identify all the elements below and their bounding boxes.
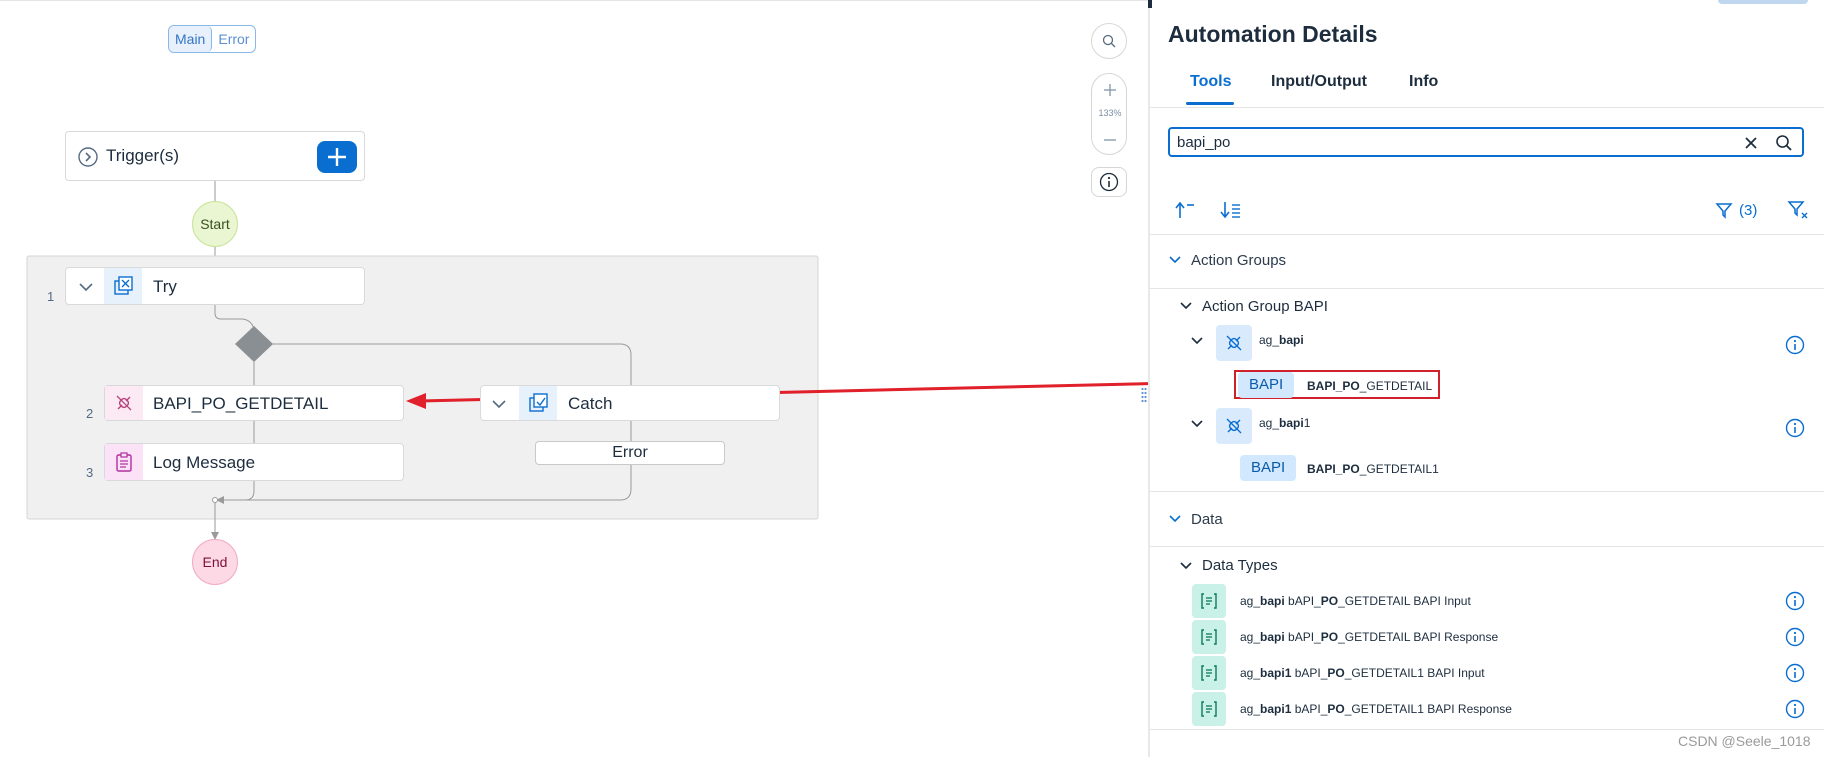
structure-icon bbox=[1192, 656, 1226, 690]
search-icon[interactable] bbox=[1775, 134, 1793, 152]
step-number: 3 bbox=[86, 465, 94, 480]
structure-icon bbox=[1192, 692, 1226, 726]
log-message-card[interactable]: Log Message bbox=[104, 443, 404, 481]
plus-icon bbox=[328, 148, 346, 166]
chevron-down-icon[interactable] bbox=[491, 397, 507, 411]
section-divider bbox=[1150, 546, 1824, 547]
search-icon bbox=[1102, 34, 1116, 48]
zoom-in-icon[interactable] bbox=[1103, 83, 1117, 97]
bapi-step-card[interactable]: BAPI_PO_GETDETAIL bbox=[104, 385, 404, 421]
chevron-down-icon[interactable] bbox=[1179, 560, 1193, 572]
filter-button[interactable]: (3) bbox=[1715, 200, 1757, 220]
section-action-groups[interactable]: Action Groups bbox=[1191, 252, 1286, 269]
info-icon[interactable] bbox=[1785, 335, 1805, 355]
tabs-divider bbox=[1150, 107, 1824, 108]
chevron-right-circle-icon[interactable] bbox=[78, 147, 98, 167]
step-number: 2 bbox=[86, 406, 94, 421]
clear-filter-icon[interactable] bbox=[1787, 199, 1809, 221]
clear-icon[interactable] bbox=[1743, 135, 1759, 151]
panel-corner-mark bbox=[1148, 0, 1152, 8]
info-icon[interactable] bbox=[1785, 591, 1805, 611]
info-icon[interactable] bbox=[1785, 418, 1805, 438]
action-bapi-po-getdetail1[interactable]: BAPI_PO_GETDETAIL1 bbox=[1307, 462, 1439, 476]
data-types-label[interactable]: Data Types bbox=[1202, 557, 1278, 574]
section-divider bbox=[1150, 491, 1824, 492]
splitter-grip-icon[interactable] bbox=[1141, 387, 1147, 403]
flow-connectors bbox=[26, 181, 1148, 540]
canvas-info-button[interactable] bbox=[1091, 167, 1127, 197]
tab-input-output[interactable]: Input/Output bbox=[1271, 73, 1367, 91]
data-type-item[interactable]: ag_bapi bAPI_PO_GETDETAIL BAPI Input bbox=[1240, 594, 1471, 608]
try-block[interactable]: Try bbox=[65, 267, 365, 305]
filter-count: (3) bbox=[1739, 201, 1758, 219]
watermark: CSDN @Seele_1018 bbox=[1678, 733, 1811, 749]
trigger-card[interactable]: Trigger(s) bbox=[65, 131, 365, 181]
action-group-name[interactable]: ag_bapi bbox=[1259, 333, 1304, 347]
clipboard-icon bbox=[105, 444, 143, 480]
chevron-down-icon[interactable] bbox=[1168, 513, 1182, 525]
info-icon[interactable] bbox=[1785, 627, 1805, 647]
search-field[interactable]: bapi_po bbox=[1168, 127, 1804, 157]
start-node[interactable]: Start bbox=[192, 201, 238, 247]
tab-tools[interactable]: Tools bbox=[1190, 73, 1231, 91]
info-icon[interactable] bbox=[1785, 699, 1805, 719]
panel-title: Automation Details bbox=[1168, 21, 1378, 47]
zoom-out-icon[interactable] bbox=[1103, 133, 1117, 147]
bapi-badge: BAPI bbox=[1238, 372, 1295, 398]
bapi-badge: BAPI bbox=[1240, 455, 1297, 481]
tab-indicator bbox=[1186, 102, 1234, 105]
try-label: Try bbox=[153, 277, 177, 296]
chevron-down-icon[interactable] bbox=[1190, 418, 1204, 430]
bapi-connector-icon bbox=[105, 386, 143, 420]
action-bapi-po-getdetail[interactable]: BAPI_PO_GETDETAIL bbox=[1307, 379, 1432, 393]
action-group-bapi-label[interactable]: Action Group BAPI bbox=[1202, 298, 1328, 315]
header-button-edge[interactable] bbox=[1718, 0, 1808, 4]
automation-details-panel: Automation Details Tools Input/Output In… bbox=[1148, 0, 1842, 757]
filter-icon bbox=[1715, 203, 1733, 219]
connector-icon bbox=[1216, 408, 1252, 444]
canvas-search-button[interactable] bbox=[1091, 23, 1127, 59]
section-divider bbox=[1150, 288, 1824, 289]
bapi-step-label: BAPI_PO_GETDETAIL bbox=[153, 394, 329, 413]
sort-descending-icon[interactable] bbox=[1220, 200, 1242, 220]
process-canvas: Main Error Trigger(s) Start 1 Try 2 BAPI… bbox=[0, 0, 1148, 757]
tab-info[interactable]: Info bbox=[1409, 73, 1438, 91]
info-icon[interactable] bbox=[1785, 663, 1805, 683]
search-input[interactable]: bapi_po bbox=[1177, 134, 1230, 151]
catch-block[interactable]: Catch bbox=[480, 385, 780, 421]
log-message-label: Log Message bbox=[153, 453, 256, 472]
section-data[interactable]: Data bbox=[1191, 511, 1223, 528]
zoom-level[interactable]: 133% bbox=[1094, 108, 1126, 118]
zoom-control: 133% bbox=[1091, 73, 1127, 155]
structure-icon bbox=[1192, 584, 1226, 618]
error-path-label[interactable]: Error bbox=[535, 441, 725, 465]
chevron-down-icon[interactable] bbox=[1168, 254, 1182, 266]
toolbar-divider bbox=[1150, 234, 1824, 235]
chevron-down-icon[interactable] bbox=[78, 280, 94, 294]
connector-icon bbox=[1216, 325, 1252, 361]
sort-ascending-icon[interactable] bbox=[1174, 200, 1196, 220]
end-node[interactable]: End bbox=[192, 539, 238, 585]
panel-divider bbox=[1148, 0, 1150, 757]
step-number: 1 bbox=[47, 289, 55, 304]
data-type-item[interactable]: ag_bapi1 bAPI_PO_GETDETAIL1 BAPI Respons… bbox=[1240, 702, 1512, 716]
try-icon bbox=[104, 268, 142, 304]
structure-icon bbox=[1192, 620, 1226, 654]
info-icon bbox=[1099, 172, 1119, 192]
catch-icon bbox=[519, 386, 557, 420]
chevron-down-icon[interactable] bbox=[1179, 300, 1193, 312]
chevron-down-icon[interactable] bbox=[1190, 335, 1204, 347]
add-trigger-button[interactable] bbox=[317, 141, 357, 173]
trigger-label: Trigger(s) bbox=[106, 146, 180, 165]
data-type-item[interactable]: ag_bapi bAPI_PO_GETDETAIL BAPI Response bbox=[1240, 630, 1498, 644]
data-type-item[interactable]: ag_bapi1 bAPI_PO_GETDETAIL1 BAPI Input bbox=[1240, 666, 1485, 680]
catch-label: Catch bbox=[568, 394, 613, 413]
action-group-name[interactable]: ag_bapi1 bbox=[1259, 416, 1310, 430]
list-divider bbox=[1150, 729, 1824, 730]
